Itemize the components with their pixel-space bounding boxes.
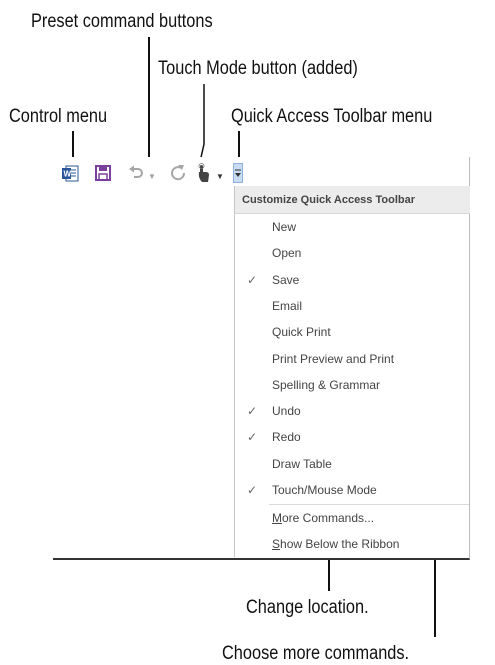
menu-item-label: Email bbox=[272, 298, 303, 313]
more-commands-accel: M bbox=[272, 511, 282, 525]
menu-item-label: Spelling & Grammar bbox=[272, 377, 381, 392]
menu-item-label: Redo bbox=[272, 430, 301, 445]
redo-icon[interactable] bbox=[170, 164, 186, 181]
callout-qat-menu: Quick Access Toolbar menu bbox=[231, 106, 433, 127]
callout-change-location: Change location. bbox=[246, 597, 369, 618]
menu-item-spelling-grammar[interactable]: Spelling & Grammar bbox=[235, 372, 469, 398]
menu-item-label: Undo bbox=[272, 404, 301, 419]
menu-item-undo[interactable]: ✓ Undo bbox=[235, 398, 469, 424]
menu-item-touch-mouse-mode[interactable]: ✓ Touch/Mouse Mode bbox=[235, 477, 469, 503]
callout-control-menu: Control menu bbox=[9, 106, 108, 127]
touch-mode-leader-line bbox=[199, 84, 205, 163]
undo-icon[interactable] bbox=[128, 165, 144, 181]
callout-preset-command-buttons: Preset command buttons bbox=[31, 11, 213, 32]
menu-item-label: Open bbox=[272, 246, 302, 261]
change-location-leader-line bbox=[328, 555, 330, 591]
menu-header: Customize Quick Access Toolbar bbox=[235, 186, 470, 214]
checkmark-icon: ✓ bbox=[247, 404, 258, 419]
qat-dropdown-icon bbox=[235, 169, 241, 177]
menu-item-label: Print Preview and Print bbox=[272, 351, 395, 366]
callout-choose-more-commands: Choose more commands. bbox=[222, 643, 410, 664]
menu-item-draw-table[interactable]: Draw Table bbox=[235, 451, 469, 477]
checkmark-icon: ✓ bbox=[247, 430, 258, 445]
show-below-accel: S bbox=[272, 537, 281, 551]
menu-item-quick-print[interactable]: Quick Print bbox=[235, 319, 469, 345]
word-app-icon[interactable]: W bbox=[62, 165, 79, 182]
menu-item-new[interactable]: New bbox=[235, 214, 469, 240]
checkmark-icon: ✓ bbox=[247, 483, 258, 497]
menu-item-label: Draw Table bbox=[272, 456, 332, 471]
more-commands-label: ore Commands... bbox=[282, 511, 375, 525]
menu-item-redo[interactable]: ✓ Redo bbox=[235, 424, 469, 450]
menu-item-more-commands[interactable]: More Commands... bbox=[235, 505, 469, 531]
touch-mode-dropdown-icon[interactable]: ▼ bbox=[216, 172, 224, 181]
menu-item-email[interactable]: Email bbox=[235, 293, 469, 319]
menu-item-print-preview-and-print[interactable]: Print Preview and Print bbox=[235, 346, 469, 372]
menu-item-label: Save bbox=[272, 272, 300, 287]
menu-item-show-below-ribbon[interactable]: Show Below the Ribbon bbox=[235, 531, 469, 557]
menu-item-label: Quick Print bbox=[272, 325, 331, 340]
svg-text:W: W bbox=[64, 170, 72, 179]
qat-dropdown-menu: Customize Quick Access Toolbar New Open ✓ S… bbox=[234, 186, 470, 557]
show-below-label: how Below the Ribbon bbox=[280, 537, 400, 551]
touch-mode-icon[interactable] bbox=[196, 163, 210, 183]
callout-touch-mode-button: Touch Mode button (added) bbox=[158, 58, 358, 79]
checkmark-icon: ✓ bbox=[247, 272, 258, 287]
save-icon[interactable] bbox=[95, 165, 111, 181]
undo-dropdown-icon[interactable]: ▼ bbox=[148, 172, 156, 181]
menu-item-label: New bbox=[272, 220, 297, 234]
menu-item-save[interactable]: ✓ Save bbox=[235, 267, 469, 293]
preset-leader-line bbox=[148, 37, 150, 158]
menu-item-label: Touch/Mouse Mode bbox=[272, 483, 377, 497]
menu-item-open[interactable]: Open bbox=[235, 240, 469, 266]
qat-menu-button[interactable] bbox=[233, 163, 243, 183]
